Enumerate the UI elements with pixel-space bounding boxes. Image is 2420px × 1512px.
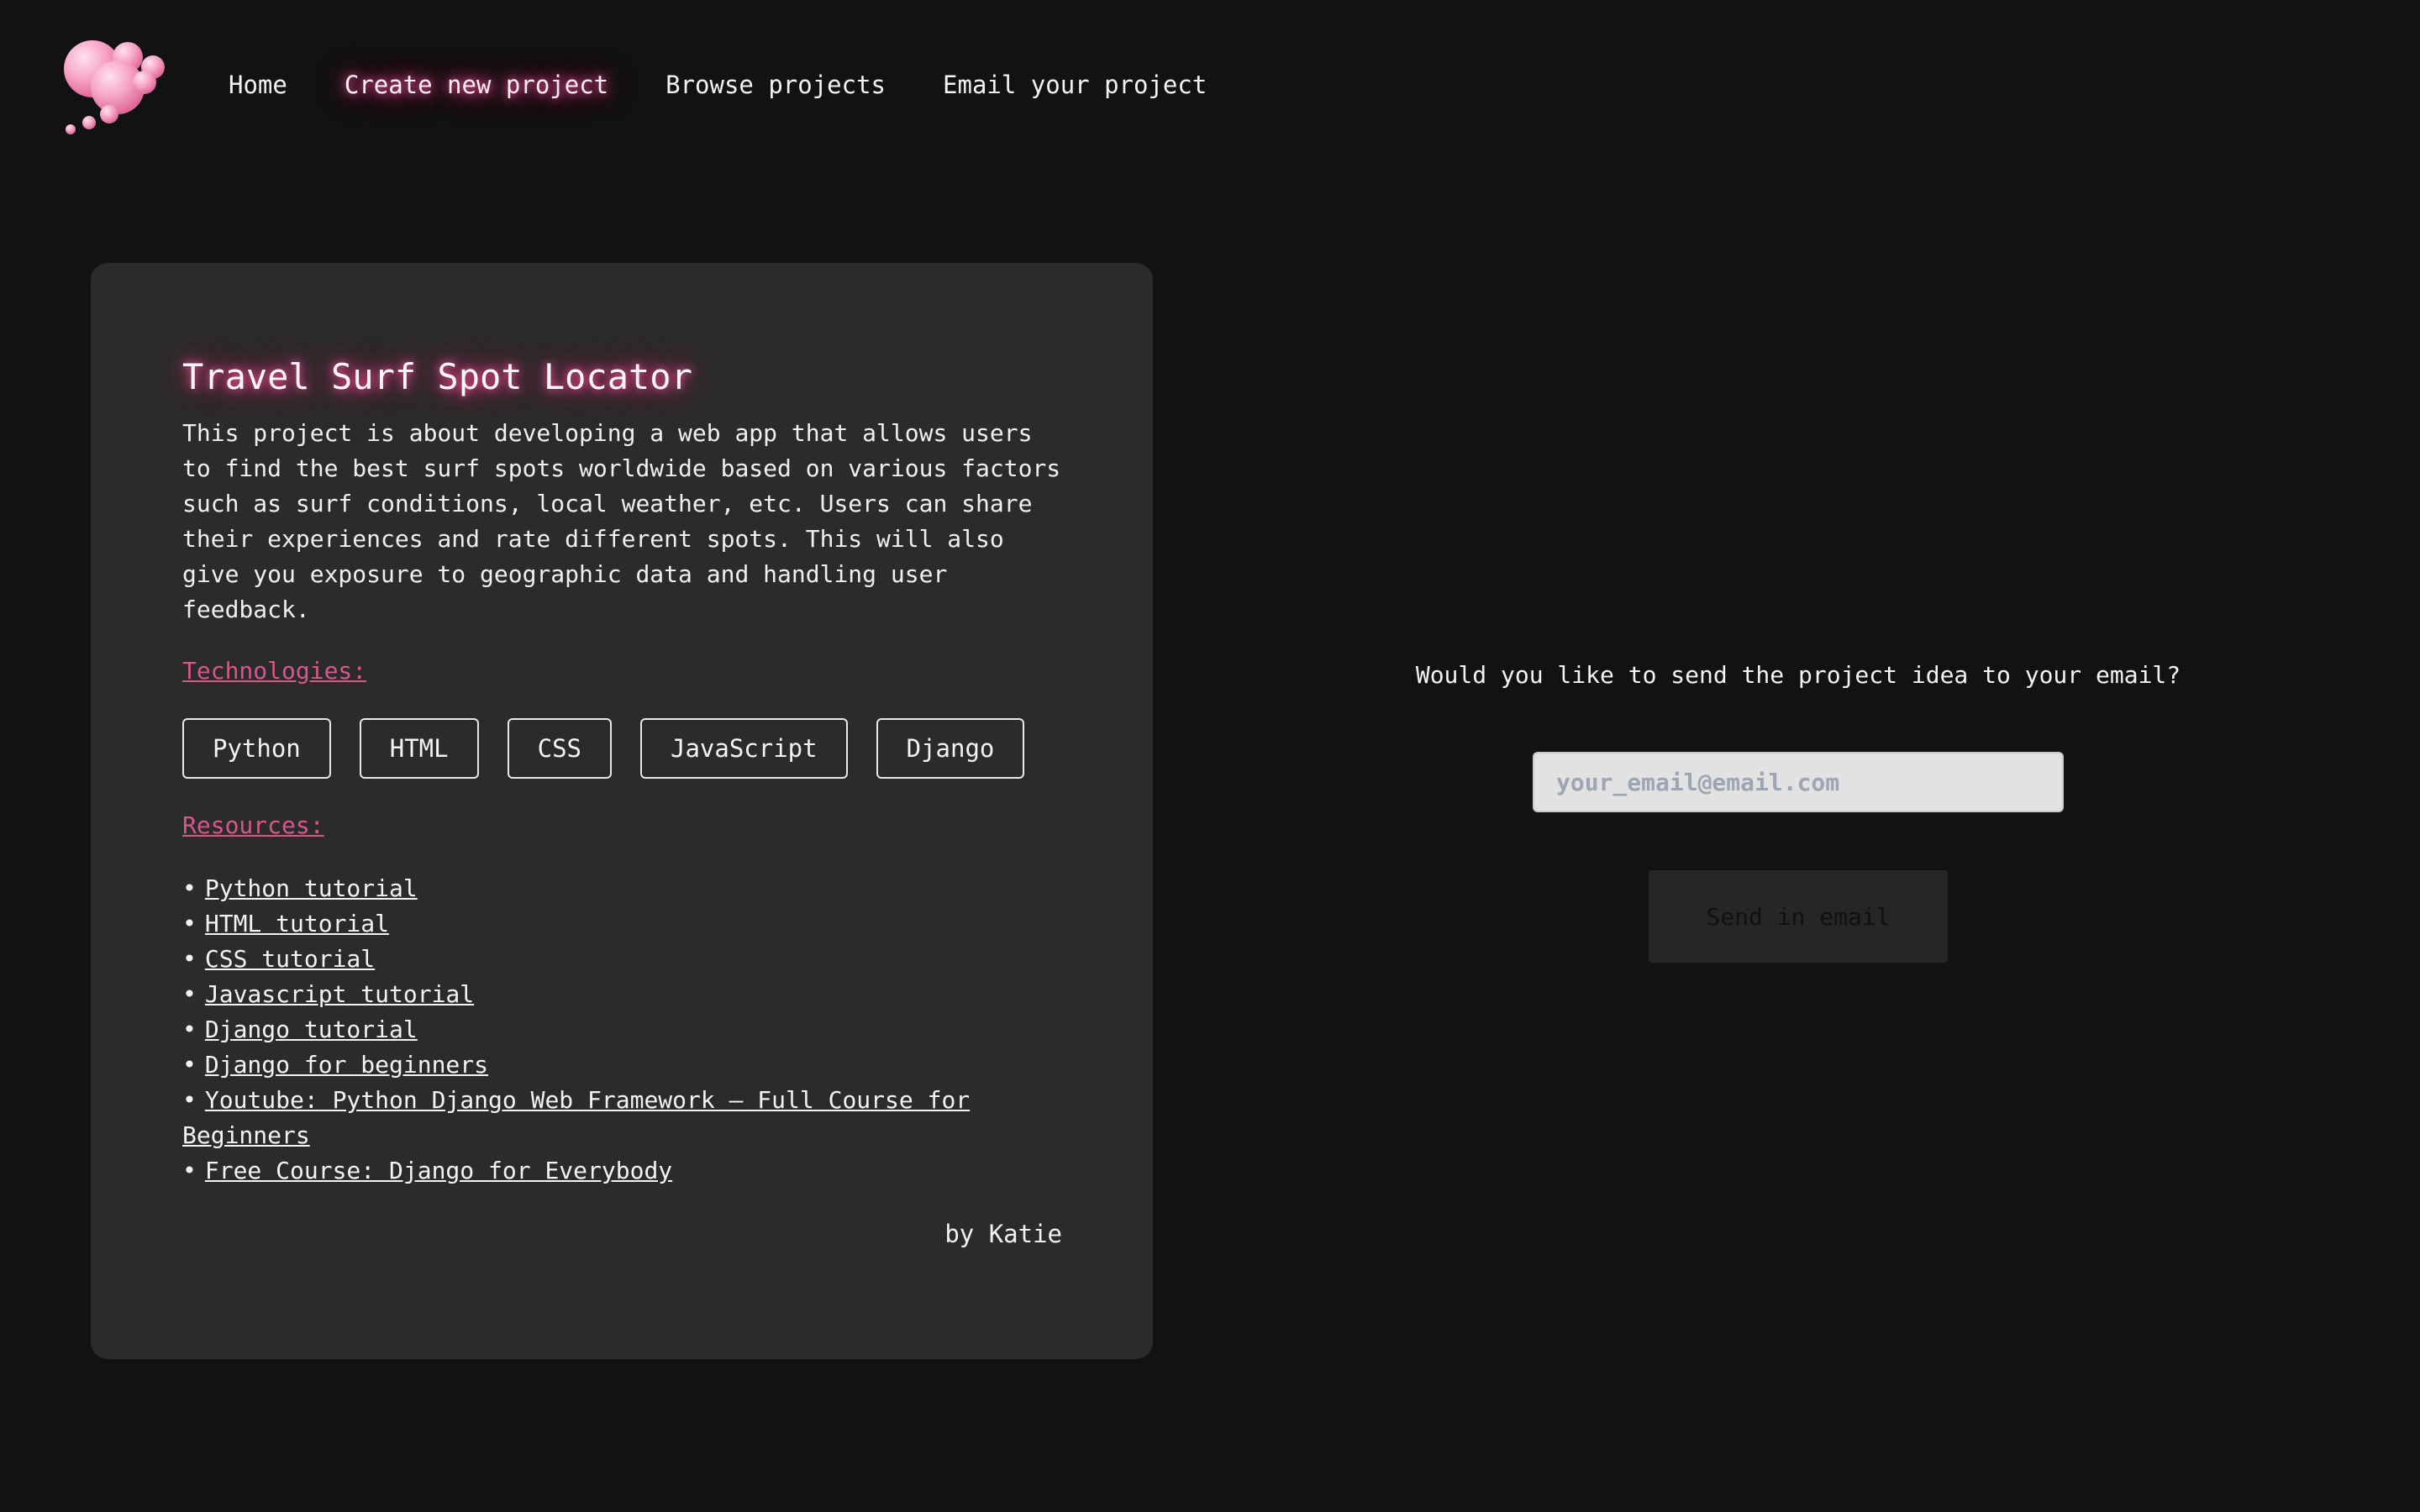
bullet: • xyxy=(182,1016,197,1043)
resource-link[interactable]: CSS tutorial xyxy=(205,945,375,973)
resources-list: • Python tutorial • HTML tutorial • CSS tut… xyxy=(182,871,1062,1189)
tech-tag-django: Django xyxy=(876,718,1025,779)
bullet: • xyxy=(182,874,197,902)
resource-link[interactable]: Javascript tutorial xyxy=(205,980,474,1008)
list-item: • Javascript tutorial xyxy=(182,977,1062,1012)
bullet: • xyxy=(182,945,197,973)
nav-browse-projects-link[interactable]: Browse projects xyxy=(666,71,886,99)
bullet: • xyxy=(182,1051,197,1079)
email-prompt: Would you like to send the project idea … xyxy=(1415,661,2181,689)
send-email-button[interactable]: Send in email xyxy=(1649,870,1948,963)
list-item: • Django for beginners xyxy=(182,1047,1062,1083)
resource-link[interactable]: Django for beginners xyxy=(205,1051,488,1079)
bullet: • xyxy=(182,910,197,937)
nav-create-project-link[interactable]: Create new project xyxy=(345,71,608,99)
resource-link[interactable]: Youtube: Python Django Web Framework – F… xyxy=(182,1086,970,1149)
nav-email-project-link[interactable]: Email your project xyxy=(943,71,1207,99)
list-item: • Django tutorial xyxy=(182,1012,1062,1047)
top-nav: Home Create new project Browse projects … xyxy=(229,67,1207,102)
list-item: • Python tutorial xyxy=(182,871,1062,906)
logo-bubbles[interactable] xyxy=(60,34,178,138)
list-item: • Free Course: Django for Everybody xyxy=(182,1153,1062,1189)
resources-label: Resources: xyxy=(182,811,324,839)
tech-tag-javascript: JavaScript xyxy=(640,718,848,779)
project-description: This project is about developing a web a… xyxy=(182,419,1061,623)
resource-link[interactable]: Python tutorial xyxy=(205,874,418,902)
bullet: • xyxy=(182,1157,197,1184)
technology-tags: Python HTML CSS JavaScript Django xyxy=(182,718,1062,779)
list-item: • CSS tutorial xyxy=(182,942,1062,977)
project-title: Travel Surf Spot Locator xyxy=(182,356,692,397)
list-item: • HTML tutorial xyxy=(182,906,1062,942)
bullet: • xyxy=(182,1086,197,1114)
project-card: Travel Surf Spot Locator This project is… xyxy=(91,263,1153,1359)
resource-link[interactable]: HTML tutorial xyxy=(205,910,389,937)
project-author: by Katie xyxy=(944,1220,1062,1248)
resource-link[interactable]: Free Course: Django for Everybody xyxy=(205,1157,672,1184)
tech-tag-css: CSS xyxy=(507,718,612,779)
list-item: • Youtube: Python Django Web Framework – … xyxy=(182,1083,1062,1153)
technologies-label: Technologies: xyxy=(182,657,367,685)
tech-tag-html: HTML xyxy=(359,718,479,779)
nav-home-link[interactable]: Home xyxy=(229,71,287,99)
bullet: • xyxy=(182,980,197,1008)
email-input[interactable] xyxy=(1533,752,2064,812)
tech-tag-python: Python xyxy=(182,718,331,779)
resource-link[interactable]: Django tutorial xyxy=(205,1016,418,1043)
